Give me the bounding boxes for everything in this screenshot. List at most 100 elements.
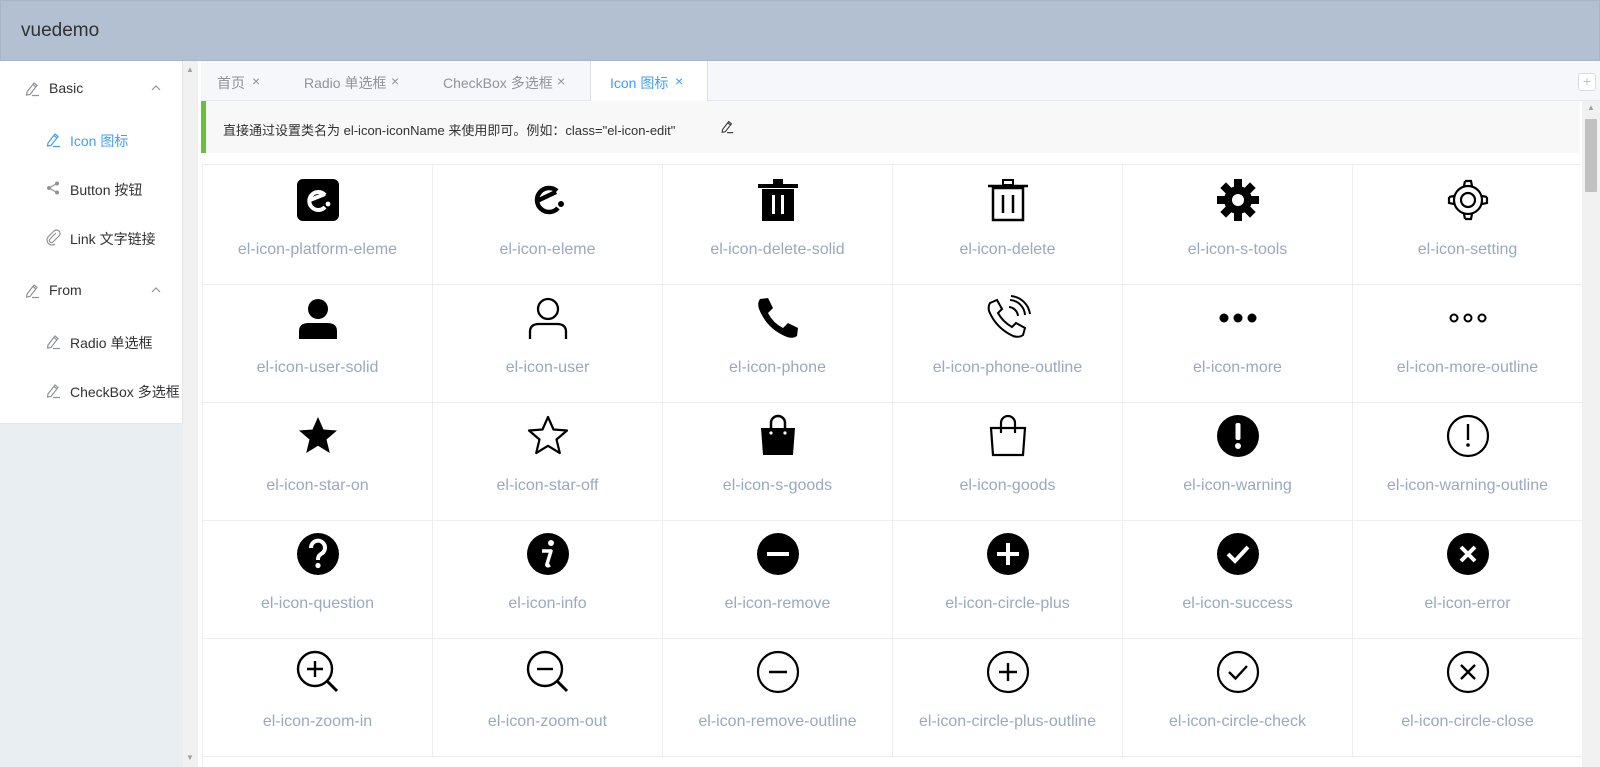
chevron-up-icon bbox=[151, 85, 161, 91]
sidebar-item-label: Link 文字链接 bbox=[70, 231, 156, 247]
icon-class-name: el-icon-star-on bbox=[266, 477, 369, 494]
icon-cell[interactable]: el-icon-circle-plus-outline bbox=[893, 637, 1123, 757]
user-solid-icon bbox=[299, 299, 337, 339]
content-scrollbar[interactable]: ▲ bbox=[1582, 101, 1600, 767]
circle-close-icon bbox=[1446, 650, 1490, 694]
icon-cell[interactable]: el-icon-delete bbox=[893, 165, 1123, 285]
icon-class-name: el-icon-delete-solid bbox=[710, 241, 845, 258]
edit-icon bbox=[721, 120, 734, 134]
star-on-icon bbox=[299, 417, 337, 453]
icon-cell[interactable]: el-icon-zoom-in bbox=[203, 637, 433, 757]
icon-cell[interactable]: el-icon-phone bbox=[663, 283, 893, 403]
icon-cell[interactable]: el-icon-question bbox=[203, 519, 433, 639]
icon-class-name: el-icon-remove-outline bbox=[698, 713, 857, 730]
icon-cell[interactable]: el-icon-user-solid bbox=[203, 283, 433, 403]
sidebar-item-label: Button 按钮 bbox=[70, 182, 143, 198]
tab-icon[interactable]: Icon 图标 × bbox=[590, 61, 708, 102]
icon-cell[interactable]: el-icon-success bbox=[1123, 519, 1353, 639]
icon-class-name: el-icon-zoom-out bbox=[487, 713, 608, 730]
warning-icon bbox=[1217, 415, 1259, 457]
icon-cell[interactable]: el-icon-phone-outline bbox=[893, 283, 1123, 403]
notice-text: 直接通过设置类名为 el-icon-iconName 来使用即可。例如：clas… bbox=[223, 123, 676, 138]
icon-cell[interactable]: el-icon-delete-solid bbox=[663, 165, 893, 285]
icon-cell[interactable]: el-icon-circle-close bbox=[1353, 637, 1583, 757]
icon-cell[interactable]: el-icon-eleme bbox=[433, 165, 663, 285]
icon-class-name: el-icon-goods bbox=[959, 477, 1056, 494]
icon-class-name: el-icon-platform-eleme bbox=[237, 241, 398, 258]
icon-cell[interactable]: el-icon-warning-outline bbox=[1353, 401, 1583, 521]
icon-cell[interactable]: el-icon-star-on bbox=[203, 401, 433, 521]
menu-group-from[interactable]: From bbox=[0, 264, 183, 314]
tab-home[interactable]: 首页 × bbox=[201, 61, 285, 101]
app-header: vuedemo bbox=[0, 0, 1600, 61]
icon-cell[interactable]: el-icon-more-outline bbox=[1353, 283, 1583, 403]
sidebar: Basic Icon 图标 Button 按钮 Link 文字链接 From R… bbox=[0, 61, 183, 767]
sidebar-item-checkbox[interactable]: CheckBox 多选框 bbox=[0, 364, 183, 414]
circle-check-icon bbox=[1216, 650, 1260, 694]
icon-class-name: el-icon-more-outline bbox=[1396, 359, 1539, 376]
icon-cell[interactable]: el-icon-more bbox=[1123, 283, 1353, 403]
sidebar-item-link[interactable]: Link 文字链接 bbox=[0, 211, 183, 261]
icon-class-name: el-icon-question bbox=[261, 595, 374, 612]
menu-group-label: From bbox=[49, 282, 82, 298]
setting-icon bbox=[1447, 179, 1489, 221]
chevron-up-icon bbox=[151, 287, 161, 293]
icon-cell[interactable]: el-icon-info bbox=[433, 519, 663, 639]
icon-cell[interactable]: el-icon-circle-check bbox=[1123, 637, 1353, 757]
tab-bar: 首页 × Radio 单选框 × CheckBox 多选框 × Icon 图标 … bbox=[201, 61, 1600, 102]
scrollbar-thumb[interactable] bbox=[1585, 119, 1597, 192]
usage-notice: 直接通过设置类名为 el-icon-iconName 来使用即可。例如：clas… bbox=[201, 101, 1580, 153]
more-outline-icon bbox=[1449, 313, 1487, 323]
icon-class-name: el-icon-user-solid bbox=[256, 359, 379, 376]
icon-cell[interactable]: el-icon-user bbox=[433, 283, 663, 403]
icon-cell[interactable]: el-icon-star-off bbox=[433, 401, 663, 521]
close-icon[interactable]: × bbox=[675, 73, 683, 89]
tab-radio[interactable]: Radio 单选框 × bbox=[285, 61, 425, 101]
delete-solid-icon bbox=[758, 179, 798, 221]
icon-class-name: el-icon-star-off bbox=[496, 477, 599, 494]
icon-cell[interactable]: el-icon-error bbox=[1353, 519, 1583, 639]
sidebar-item-icon[interactable]: Icon 图标 bbox=[0, 113, 183, 163]
success-icon bbox=[1217, 533, 1259, 575]
phone-outline-icon bbox=[987, 295, 1031, 338]
menu-group-basic[interactable]: Basic bbox=[0, 62, 183, 112]
tab-checkbox[interactable]: CheckBox 多选框 × bbox=[425, 61, 589, 101]
icon-cell[interactable]: el-icon-platform-eleme bbox=[203, 165, 433, 285]
scroll-down-arrow-icon[interactable]: ▼ bbox=[186, 753, 194, 762]
icon-cell[interactable]: el-icon-remove-outline bbox=[663, 637, 893, 757]
sidebar-item-button[interactable]: Button 按钮 bbox=[0, 162, 183, 212]
icon-cell[interactable]: el-icon-circle-plus bbox=[893, 519, 1123, 639]
close-icon[interactable]: × bbox=[557, 73, 565, 89]
s-goods-icon bbox=[761, 414, 795, 455]
icon-cell[interactable]: el-icon-zoom-out bbox=[433, 637, 663, 757]
tab-label: 首页 bbox=[217, 75, 245, 91]
icon-cell[interactable]: el-icon-remove bbox=[663, 519, 893, 639]
icon-class-name: el-icon-setting bbox=[1417, 241, 1518, 258]
platform-eleme-icon bbox=[297, 179, 339, 221]
icon-cell[interactable]: el-icon-goods bbox=[893, 401, 1123, 521]
eleme-icon bbox=[534, 185, 564, 215]
icon-class-name: el-icon-s-goods bbox=[722, 477, 833, 494]
close-icon[interactable]: × bbox=[252, 73, 260, 89]
close-icon[interactable]: × bbox=[391, 73, 399, 89]
icon-cell[interactable]: el-icon-warning bbox=[1123, 401, 1353, 521]
menu-group-label: Basic bbox=[49, 80, 84, 96]
add-tab-button[interactable]: + bbox=[1578, 73, 1596, 91]
sidebar-item-radio[interactable]: Radio 单选框 bbox=[0, 315, 183, 365]
sidebar-item-label: Radio 单选框 bbox=[70, 335, 153, 351]
icon-class-name: el-icon-circle-check bbox=[1169, 713, 1306, 730]
scroll-up-arrow-icon[interactable]: ▲ bbox=[186, 65, 194, 74]
sidebar-scrollbar[interactable]: ▲ ▼ bbox=[183, 61, 198, 767]
edit-icon bbox=[46, 335, 60, 350]
warning-outline-icon bbox=[1446, 414, 1490, 458]
icon-class-name: el-icon-circle-close bbox=[1401, 713, 1534, 730]
edit-icon bbox=[25, 284, 39, 299]
icon-class-name: el-icon-success bbox=[1182, 595, 1293, 612]
icon-cell[interactable]: el-icon-s-goods bbox=[663, 401, 893, 521]
icon-cell[interactable]: el-icon-s-tools bbox=[1123, 165, 1353, 285]
icon-class-name: el-icon-zoom-in bbox=[262, 713, 373, 730]
icon-class-name: el-icon-phone-outline bbox=[932, 359, 1083, 376]
zoom-out-icon bbox=[526, 650, 569, 693]
scroll-up-arrow-icon[interactable]: ▲ bbox=[1587, 103, 1595, 112]
icon-cell[interactable]: el-icon-setting bbox=[1353, 165, 1583, 285]
